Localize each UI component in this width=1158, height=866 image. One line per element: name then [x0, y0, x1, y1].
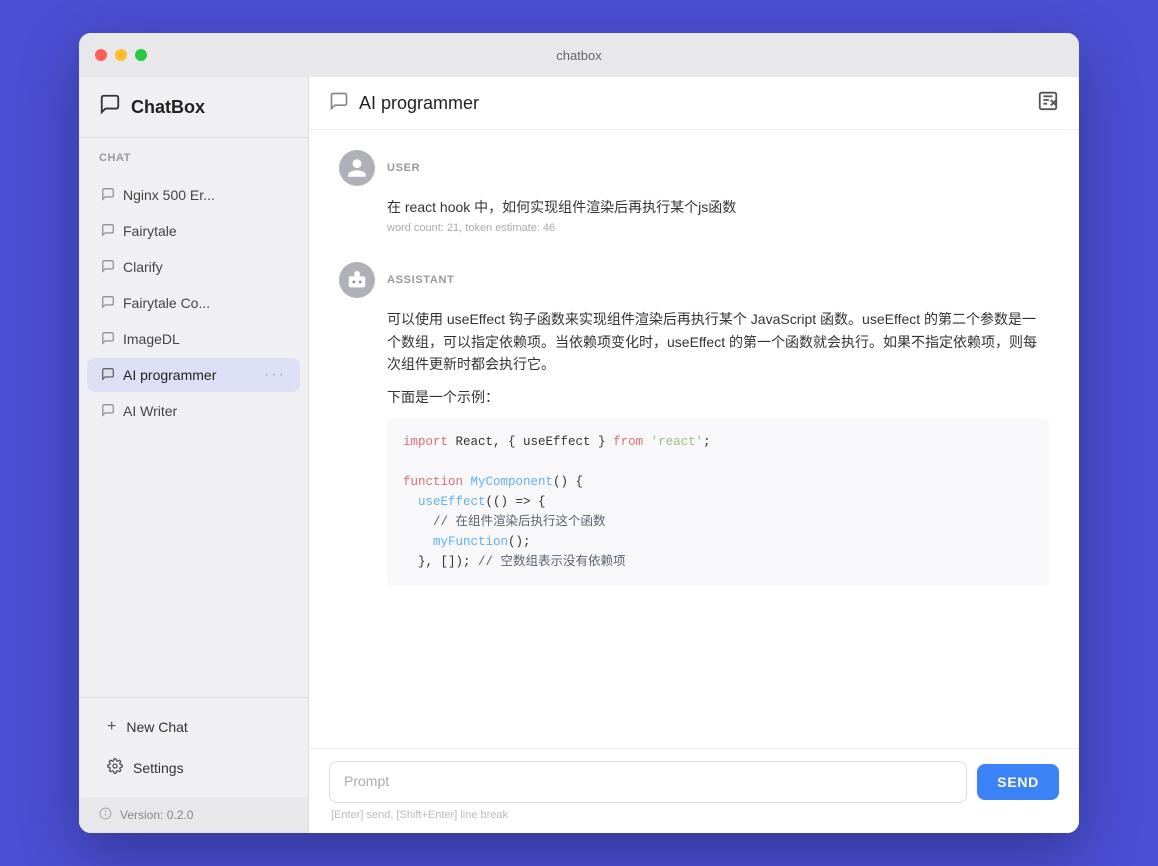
- app-icon: [99, 93, 121, 121]
- plus-icon: +: [107, 718, 116, 736]
- section-label: CHAT: [79, 138, 308, 172]
- maximize-button[interactable]: [135, 49, 147, 61]
- chat-label: Fairytale: [123, 223, 264, 239]
- chat-item-fairytale-co[interactable]: Fairytale Co... ···: [87, 286, 300, 320]
- assistant-role-label: ASSISTANT: [387, 274, 454, 286]
- assistant-avatar: [339, 262, 375, 298]
- app-title: ChatBox: [131, 97, 205, 118]
- chat-item-fairytale[interactable]: Fairytale ···: [87, 214, 300, 248]
- chat-dots[interactable]: ···: [264, 366, 286, 384]
- input-hint: [Enter] send, [Shift+Enter] line break: [329, 809, 1059, 821]
- app-window: chatbox ChatBox CHAT Nginx 500 Er...: [79, 33, 1079, 833]
- minimize-button[interactable]: [115, 49, 127, 61]
- chat-icon: [101, 259, 115, 276]
- message-assistant: ASSISTANT 可以使用 useEffect 钩子函数来实现组件渲染后再执行…: [339, 262, 1049, 586]
- chat-label: AI Writer: [123, 403, 264, 419]
- chat-label: ImageDL: [123, 331, 264, 347]
- send-button[interactable]: SEND: [977, 764, 1059, 800]
- main-area: AI programmer: [309, 77, 1079, 833]
- sidebar: ChatBox CHAT Nginx 500 Er... ··· Fairyta…: [79, 77, 309, 833]
- message-header: ASSISTANT: [339, 262, 1049, 298]
- chat-item-nginx[interactable]: Nginx 500 Er... ···: [87, 178, 300, 212]
- window-title: chatbox: [556, 48, 602, 63]
- message-user: USER 在 react hook 中，如何实现组件渲染后再执行某个js函数 w…: [339, 150, 1049, 234]
- main-header: AI programmer: [309, 77, 1079, 130]
- message-header: USER: [339, 150, 1049, 186]
- user-avatar: [339, 150, 375, 186]
- app-body: ChatBox CHAT Nginx 500 Er... ··· Fairyta…: [79, 77, 1079, 833]
- input-area: SEND [Enter] send, [Shift+Enter] line br…: [309, 748, 1079, 833]
- version-label: Version: 0.2.0: [120, 808, 193, 822]
- gear-icon: [107, 758, 123, 777]
- new-chat-label: New Chat: [126, 719, 187, 735]
- assistant-message-content: 可以使用 useEffect 钩子函数来实现组件渲染后再执行某个 JavaScr…: [339, 308, 1049, 586]
- chat-list: Nginx 500 Er... ··· Fairytale ··· Clarif…: [79, 172, 308, 697]
- header-left: AI programmer: [329, 91, 479, 116]
- chat-label: Clarify: [123, 259, 264, 275]
- sidebar-header: ChatBox: [79, 77, 308, 138]
- version-bar: Version: 0.2.0: [79, 797, 308, 833]
- chat-label: Fairytale Co...: [123, 295, 264, 311]
- messages-area: USER 在 react hook 中，如何实现组件渲染后再执行某个js函数 w…: [309, 130, 1079, 748]
- user-message-content: 在 react hook 中，如何实现组件渲染后再执行某个js函数: [339, 196, 1049, 218]
- conversation-title: AI programmer: [359, 93, 479, 114]
- chat-label: Nginx 500 Er...: [123, 187, 264, 203]
- chat-icon: [101, 223, 115, 240]
- chat-icon: [101, 331, 115, 348]
- close-button[interactable]: [95, 49, 107, 61]
- chat-item-clarify[interactable]: Clarify ···: [87, 250, 300, 284]
- chat-icon: [101, 403, 115, 420]
- chat-icon: [101, 187, 115, 204]
- titlebar: chatbox: [79, 33, 1079, 77]
- chat-label: AI programmer: [123, 367, 264, 383]
- info-icon: [99, 807, 112, 823]
- new-chat-button[interactable]: + New Chat: [87, 708, 300, 746]
- user-role-label: USER: [387, 162, 420, 174]
- settings-button[interactable]: Settings: [87, 748, 300, 787]
- chat-item-ai-writer[interactable]: AI Writer ···: [87, 394, 300, 428]
- input-row: SEND: [329, 761, 1059, 803]
- chat-icon: [101, 367, 115, 384]
- sidebar-bottom: + New Chat Settings: [79, 697, 308, 797]
- settings-label: Settings: [133, 760, 184, 776]
- chat-icon: [101, 295, 115, 312]
- user-message-meta: word count: 21, token estimate: 46: [339, 222, 1049, 234]
- chat-item-ai-programmer[interactable]: AI programmer ···: [87, 358, 300, 392]
- traffic-lights: [95, 49, 147, 61]
- chat-item-imagedl[interactable]: ImageDL ···: [87, 322, 300, 356]
- prompt-input[interactable]: [329, 761, 967, 803]
- clear-button[interactable]: [1037, 89, 1059, 117]
- code-block: import React, { useEffect } from 'react'…: [387, 418, 1049, 586]
- chat-header-icon: [329, 91, 349, 116]
